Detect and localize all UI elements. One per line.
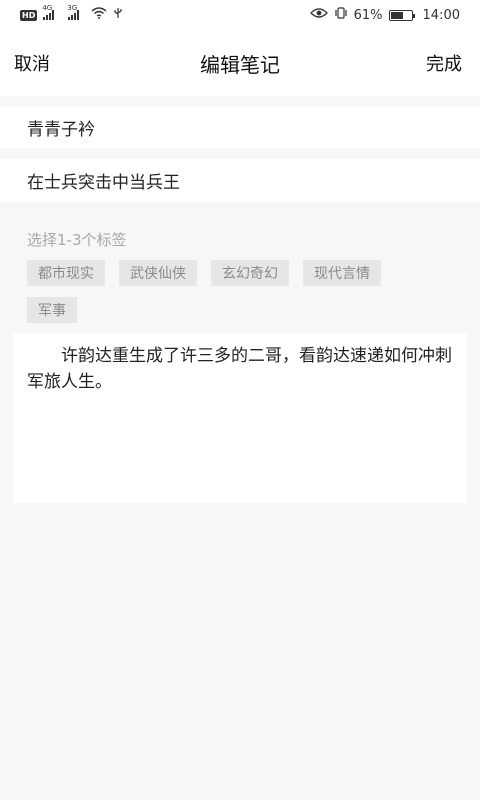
page-title: 编辑笔记 xyxy=(200,52,280,77)
cancel-button[interactable]: 取消 xyxy=(14,50,50,76)
signal-sim1-icon: 4G xyxy=(42,4,55,20)
tag-chip[interactable]: 玄幻奇幻 xyxy=(211,260,289,286)
battery-icon xyxy=(388,9,415,21)
top-bar: 取消 编辑笔记 完成 xyxy=(0,30,480,96)
usb-icon xyxy=(113,7,123,23)
note-title-text: 青青子衿 xyxy=(27,119,95,140)
tag-hint: 选择1-3个标签 xyxy=(27,231,127,249)
tag-list: 都市现实 武侠仙侠 玄幻奇幻 现代言情 军事 xyxy=(27,260,427,323)
status-bar-left: HD 4G 3G xyxy=(20,4,123,23)
note-subtitle-field[interactable]: 在士兵突击中当兵王 xyxy=(0,159,480,202)
tag-selector: 选择1-3个标签 都市现实 武侠仙侠 玄幻奇幻 现代言情 军事 xyxy=(0,213,480,323)
note-title-field[interactable]: 青青子衿 xyxy=(0,106,480,148)
tag-chip[interactable]: 军事 xyxy=(27,297,77,323)
hd-badge: HD xyxy=(20,9,38,21)
wifi-icon xyxy=(91,7,107,23)
note-content-text: 许韵达重生成了许三多的二哥，看韵达速递如何冲刺军旅人生。 xyxy=(27,346,452,392)
battery-percent: 61% xyxy=(353,7,383,23)
note-content-editor[interactable]: 许韵达重生成了许三多的二哥，看韵达速递如何冲刺军旅人生。 xyxy=(13,333,467,503)
network-type-label: 4G xyxy=(42,4,53,12)
status-bar-right: 61% 14:00 xyxy=(309,7,460,23)
vibrate-icon xyxy=(334,7,348,23)
tag-chip[interactable]: 现代言情 xyxy=(303,260,381,286)
tag-chip[interactable]: 武侠仙侠 xyxy=(119,260,197,286)
clock: 14:00 xyxy=(422,7,460,23)
network-type-label: 3G xyxy=(67,4,78,12)
note-subtitle-text: 在士兵突击中当兵王 xyxy=(27,173,180,193)
status-bar: HD 4G 3G 61% 14:00 xyxy=(0,0,480,30)
done-button[interactable]: 完成 xyxy=(426,50,462,76)
eye-comfort-icon xyxy=(309,7,328,23)
signal-sim2-icon: 3G xyxy=(67,4,80,20)
tag-chip[interactable]: 都市现实 xyxy=(27,260,105,286)
